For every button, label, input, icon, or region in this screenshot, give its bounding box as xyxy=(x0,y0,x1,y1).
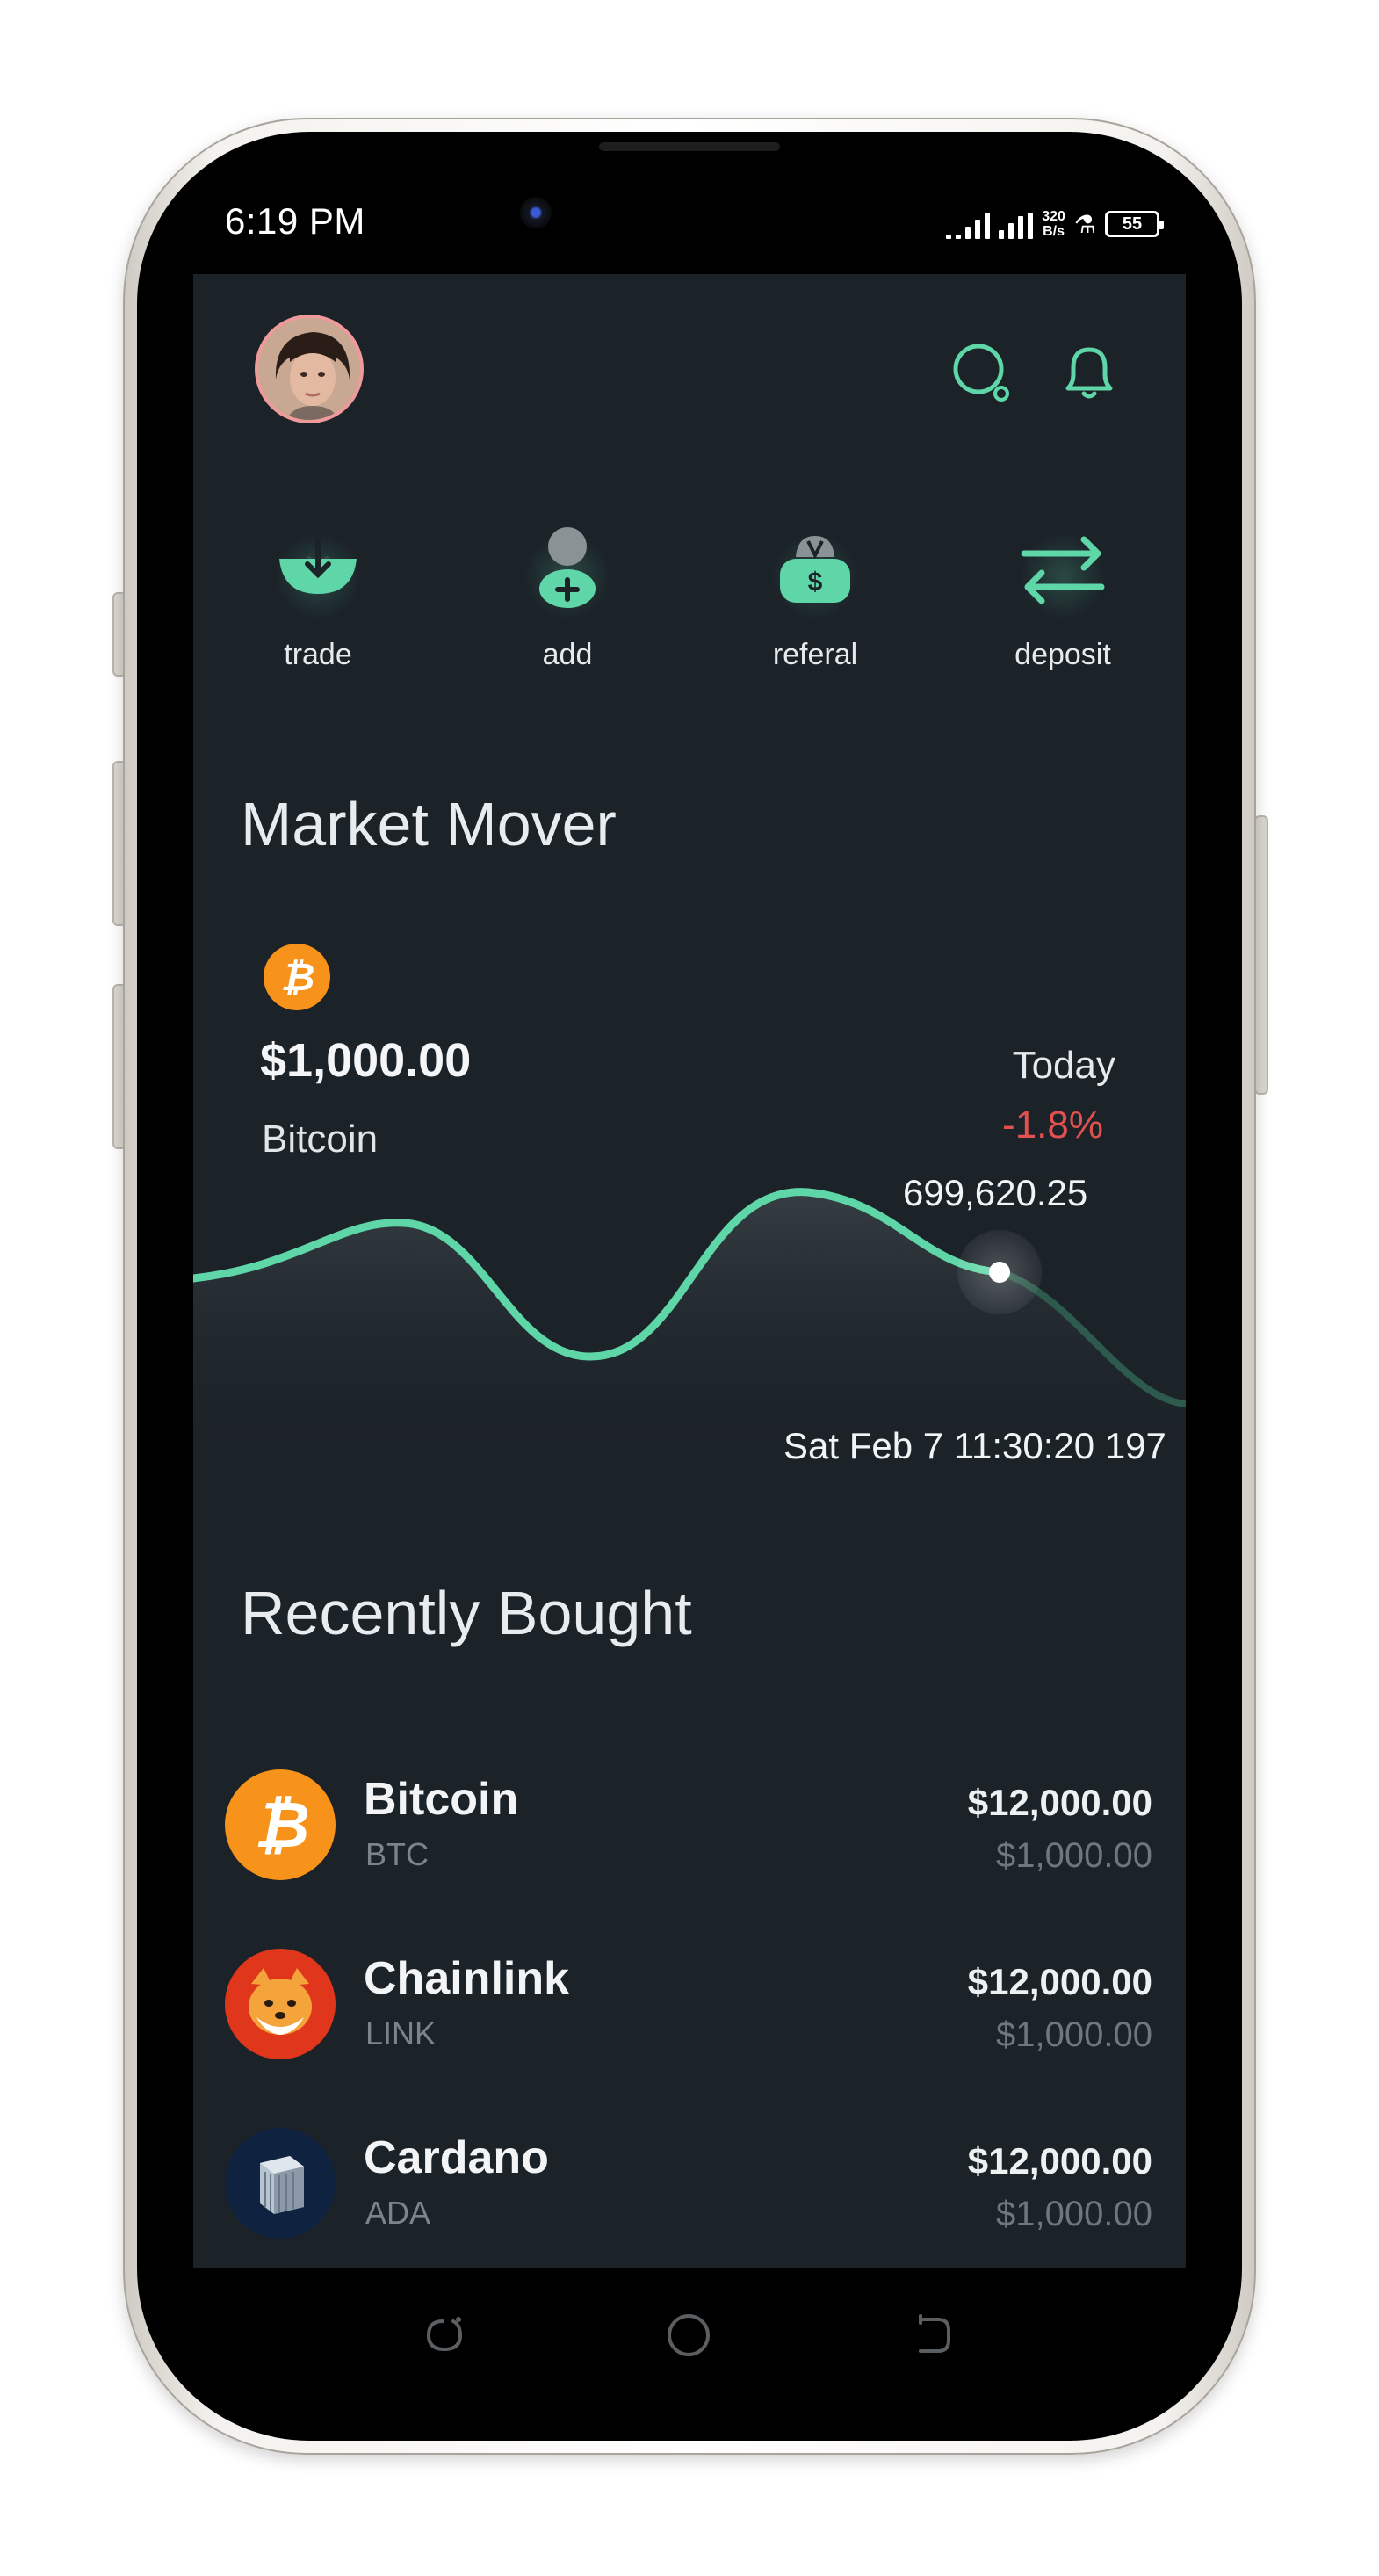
earpiece-speaker xyxy=(599,142,780,151)
power-button xyxy=(1254,815,1268,1095)
coin-sub-amount: $1,000.00 xyxy=(996,2195,1152,2233)
app-screen: trade add $ referal deposit Market Mover… xyxy=(193,274,1186,2268)
add-user-icon xyxy=(539,527,596,608)
bitcoin-icon: ₿ xyxy=(264,944,330,1010)
front-camera xyxy=(520,197,552,228)
status-icons: 320 B/s ⚗ 55 xyxy=(946,204,1164,244)
list-item-bitcoin[interactable]: ₿ Bitcoin BTC $12,000.00 $1,000.00 xyxy=(193,1750,1186,1899)
market-mover-period: Today xyxy=(1012,1044,1115,1087)
money-bag-icon: $ xyxy=(780,536,850,603)
coin-symbol: BTC xyxy=(365,1836,429,1872)
flask-icon: ⚗ xyxy=(1073,210,1096,238)
coin-name: Chainlink xyxy=(364,1953,570,2004)
coin-symbol: ADA xyxy=(365,2195,431,2231)
signal-strength-2-icon xyxy=(999,209,1034,239)
coin-amount: $12,000.00 xyxy=(967,2140,1152,2182)
chart-marker[interactable] xyxy=(989,1262,1010,1283)
market-mover-price: $1,000.00 xyxy=(260,1034,472,1087)
action-referal-label: referal xyxy=(772,638,858,671)
download-bowl-icon xyxy=(279,535,357,594)
cardano-cube-icon xyxy=(225,2128,336,2239)
recently-bought-title: Recently Bought xyxy=(241,1579,692,1647)
network-speed: 320 B/s xyxy=(1042,209,1065,239)
swap-arrows-icon xyxy=(1021,536,1105,604)
chart-tooltip-date: Sat Feb 7 11:30:20 197 xyxy=(783,1425,1166,1466)
list-item-cardano[interactable]: Cardano ADA $12,000.00 $1,000.00 xyxy=(193,2109,1186,2258)
action-add[interactable]: add xyxy=(480,520,655,672)
svg-text:$: $ xyxy=(808,568,823,597)
system-nav-bar xyxy=(193,2268,1186,2400)
market-mover-coin-name: Bitcoin xyxy=(262,1118,379,1161)
coin-amount: $12,000.00 xyxy=(967,1782,1152,1823)
network-speed-unit: B/s xyxy=(1043,224,1065,239)
profile-avatar[interactable] xyxy=(255,315,364,423)
battery-level: 55 xyxy=(1122,213,1143,234)
action-deposit-label: deposit xyxy=(1014,638,1111,671)
status-time: 6:19 PM xyxy=(225,200,365,242)
home-circle-icon[interactable] xyxy=(662,2309,715,2362)
coin-amount: $12,000.00 xyxy=(967,1961,1152,2002)
bell-icon[interactable] xyxy=(1054,337,1124,408)
action-trade[interactable]: trade xyxy=(230,520,406,672)
svg-text:₿: ₿ xyxy=(281,956,315,999)
coin-name: Bitcoin xyxy=(364,1774,519,1825)
coin-symbol: LINK xyxy=(365,2015,437,2051)
coin-name: Cardano xyxy=(364,2132,549,2183)
action-add-label: add xyxy=(542,638,593,671)
coin-sub-amount: $1,000.00 xyxy=(996,2015,1152,2054)
action-deposit[interactable]: deposit xyxy=(975,520,1151,672)
svg-text:₿: ₿ xyxy=(254,1791,309,1861)
recent-apps-icon[interactable] xyxy=(418,2309,471,2362)
action-trade-label: trade xyxy=(284,638,352,671)
search-icon[interactable] xyxy=(947,337,1017,408)
shiba-dog-icon xyxy=(225,1949,336,2059)
chart-tooltip-value: 699,620.25 xyxy=(903,1172,1088,1213)
battery-icon: 55 xyxy=(1105,211,1164,237)
coin-sub-amount: $1,000.00 xyxy=(996,1836,1152,1875)
market-mover-title: Market Mover xyxy=(241,790,617,858)
phone-mockup: 6:19 PM 320 B/s ⚗ 55 trade add $ referal… xyxy=(0,0,1379,2576)
signal-strength-1-icon xyxy=(946,209,991,239)
list-item-chainlink[interactable]: Chainlink LINK $12,000.00 $1,000.00 xyxy=(193,1929,1186,2079)
back-icon[interactable] xyxy=(906,2309,959,2362)
market-mover-change: -1.8% xyxy=(1002,1103,1103,1147)
action-referal[interactable]: $ referal xyxy=(727,520,903,672)
bitcoin-icon: ₿ xyxy=(225,1769,336,1880)
network-speed-value: 320 xyxy=(1042,209,1065,224)
